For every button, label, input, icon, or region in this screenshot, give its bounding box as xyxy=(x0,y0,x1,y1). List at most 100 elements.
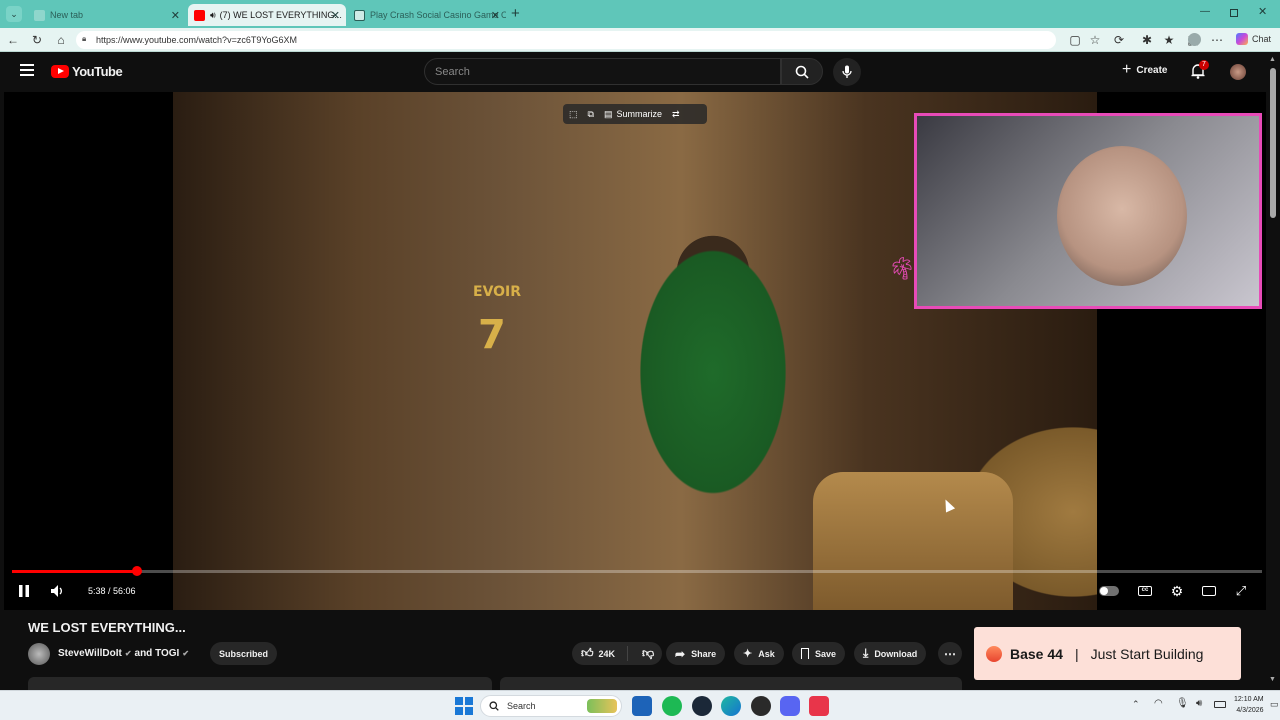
ask-button[interactable]: ✦ Ask xyxy=(734,642,784,665)
description-preview-left[interactable] xyxy=(28,677,492,690)
scroll-up-icon[interactable]: ▲ xyxy=(1269,56,1276,63)
more-actions-button[interactable]: ⋯ xyxy=(938,642,962,665)
close-window-icon[interactable]: ✕ xyxy=(1258,5,1267,18)
subscribe-button[interactable]: Subscribed xyxy=(210,642,278,665)
microphone-icon xyxy=(842,65,852,78)
close-tab-icon[interactable]: ✕ xyxy=(331,9,340,22)
wifi-icon[interactable]: ◠ xyxy=(1154,698,1163,709)
battery-icon[interactable] xyxy=(1214,701,1226,708)
search-button[interactable] xyxy=(781,58,823,85)
close-tab-icon[interactable]: ✕ xyxy=(171,9,180,22)
minimize-icon[interactable]: — xyxy=(1200,6,1210,17)
search-input[interactable]: Search xyxy=(424,58,781,85)
chat-label[interactable]: Chat xyxy=(1252,34,1271,44)
new-tab-button[interactable]: + xyxy=(511,5,520,22)
windows-start-icon[interactable] xyxy=(454,696,474,716)
dislike-button[interactable]: 👎︎ xyxy=(634,646,654,661)
address-bar-row: ← ↻ ⌂ 🔒︎ https://www.youtube.com/watch?v… xyxy=(0,28,1280,52)
youtube-favicon-icon xyxy=(194,9,205,21)
reader-icon[interactable]: ▢ xyxy=(1068,33,1082,47)
tab-new-tab[interactable]: New tab ✕ xyxy=(28,4,186,26)
favorites-icon[interactable]: ★ xyxy=(1162,33,1176,47)
taskbar-search-label: Search xyxy=(507,701,536,711)
reload-icon[interactable]: ↻ xyxy=(30,33,44,47)
tray-chevron-icon[interactable]: ⌃ xyxy=(1132,699,1140,710)
summarize-label: Summarize xyxy=(616,109,662,119)
autoplay-toggle-icon xyxy=(1099,586,1119,596)
back-icon[interactable]: ← xyxy=(6,33,20,47)
settings-button[interactable]: ⚙︎ xyxy=(1168,582,1186,600)
screenshot-icon[interactable]: ⬚ xyxy=(569,109,578,120)
fullscreen-icon: ⤢ xyxy=(1235,583,1247,598)
save-button[interactable]: Save xyxy=(792,642,846,665)
more-menu-icon[interactable]: ⋯ xyxy=(1210,33,1224,47)
copilot-icon[interactable] xyxy=(1236,33,1248,45)
theater-mode-button[interactable] xyxy=(1200,582,1218,600)
clock[interactable]: 12:10 AM 4/3/2026 xyxy=(1234,694,1264,716)
create-button[interactable]: + Create xyxy=(1122,62,1167,78)
autoplay-toggle[interactable] xyxy=(1098,582,1120,600)
home-icon[interactable]: ⌂ xyxy=(54,33,68,47)
progress-scrubber-handle[interactable] xyxy=(132,566,142,576)
refresh-icon[interactable]: ⟳ xyxy=(1112,33,1126,47)
sponsored-banner[interactable]: Base 44 | Just Start Building xyxy=(974,627,1241,680)
video-progress-bar[interactable] xyxy=(12,566,1262,576)
subscribe-label: Subscribed xyxy=(219,648,269,659)
translate-icon[interactable]: ⇄ xyxy=(672,109,680,120)
profile-avatar[interactable] xyxy=(1188,33,1201,46)
edge-browser-icon[interactable] xyxy=(721,696,741,716)
lock-icon: 🔒︎ xyxy=(82,34,87,43)
voice-search-button[interactable] xyxy=(833,58,861,86)
url-field[interactable]: 🔒︎ https://www.youtube.com/watch?v=zc6T9… xyxy=(76,31,1056,49)
tab-youtube[interactable]: 🔊︎ (7) WE LOST EVERYTHING... ✕ xyxy=(188,4,346,26)
summarize-button[interactable]: ▤ Summarize xyxy=(604,109,662,120)
volume-button[interactable] xyxy=(49,582,67,600)
discord-icon[interactable] xyxy=(780,696,800,716)
youtube-wordmark: YouTube xyxy=(72,64,123,79)
steam-icon[interactable] xyxy=(692,696,712,716)
notifications-button[interactable]: 7 xyxy=(1191,60,1209,84)
download-button[interactable]: ⤓ Download xyxy=(854,642,927,665)
page-scrollbar[interactable]: ▲ ▼ xyxy=(1266,52,1280,690)
jersey-lettering: EVOIR xyxy=(473,284,522,300)
pause-button[interactable] xyxy=(16,582,32,600)
ad-brand: Base 44 xyxy=(1010,645,1063,662)
picture-in-picture-icon[interactable]: ⧉ xyxy=(588,109,594,120)
notification-center-icon[interactable]: ▭ xyxy=(1270,699,1279,710)
file-explorer-icon[interactable] xyxy=(632,696,652,716)
speaker-icon[interactable]: 🔊︎ xyxy=(210,10,216,21)
tab-casino[interactable]: Play Crash Social Casino Game Or ✕ xyxy=(348,4,506,26)
tab-title: Play Crash Social Casino Game Or xyxy=(370,10,506,20)
close-tab-icon[interactable]: ✕ xyxy=(491,9,500,22)
channel-avatar[interactable] xyxy=(28,643,50,665)
progress-played xyxy=(12,570,137,573)
volume-tray-icon[interactable]: 🔊︎ xyxy=(1196,698,1202,709)
volume-icon xyxy=(51,585,62,597)
channel-name[interactable]: SteveWillDoIt xyxy=(58,648,122,659)
search-icon xyxy=(489,701,499,711)
captions-button[interactable]: cc xyxy=(1136,582,1154,600)
description-preview-right[interactable] xyxy=(500,677,962,690)
hamburger-menu-icon[interactable] xyxy=(20,64,34,76)
verified-icon: ✔︎ xyxy=(182,649,190,658)
base44-logo-icon xyxy=(986,645,1002,662)
like-button[interactable]: 👍︎ 24K xyxy=(572,646,628,661)
channel-names[interactable]: SteveWillDoIt ✔︎ and TOGI ✔︎ xyxy=(58,648,189,659)
fullscreen-button[interactable]: ⤢ xyxy=(1232,582,1250,600)
share-button[interactable]: ➦ Share xyxy=(666,642,726,665)
youtube-logo[interactable]: YouTube xyxy=(51,64,123,79)
adobe-app-icon[interactable] xyxy=(809,696,829,716)
maximize-icon[interactable] xyxy=(1230,9,1238,17)
recorder-app-icon[interactable] xyxy=(751,696,771,716)
scrollbar-thumb[interactable] xyxy=(1270,68,1276,218)
microphone-tray-icon[interactable]: 🎙︎ xyxy=(1176,698,1189,709)
collab-channel[interactable]: and TOGI xyxy=(135,648,180,659)
spotify-icon[interactable] xyxy=(662,696,682,716)
streamer-face xyxy=(1057,146,1187,286)
tab-actions-chevron-icon[interactable]: ⌄ xyxy=(6,6,22,22)
extensions-icon[interactable]: ✱ xyxy=(1140,33,1154,47)
scroll-down-icon[interactable]: ▼ xyxy=(1269,676,1276,683)
taskbar-search[interactable]: Search xyxy=(480,695,622,717)
favorite-star-icon[interactable]: ☆ xyxy=(1088,33,1102,47)
account-avatar[interactable] xyxy=(1230,64,1246,80)
